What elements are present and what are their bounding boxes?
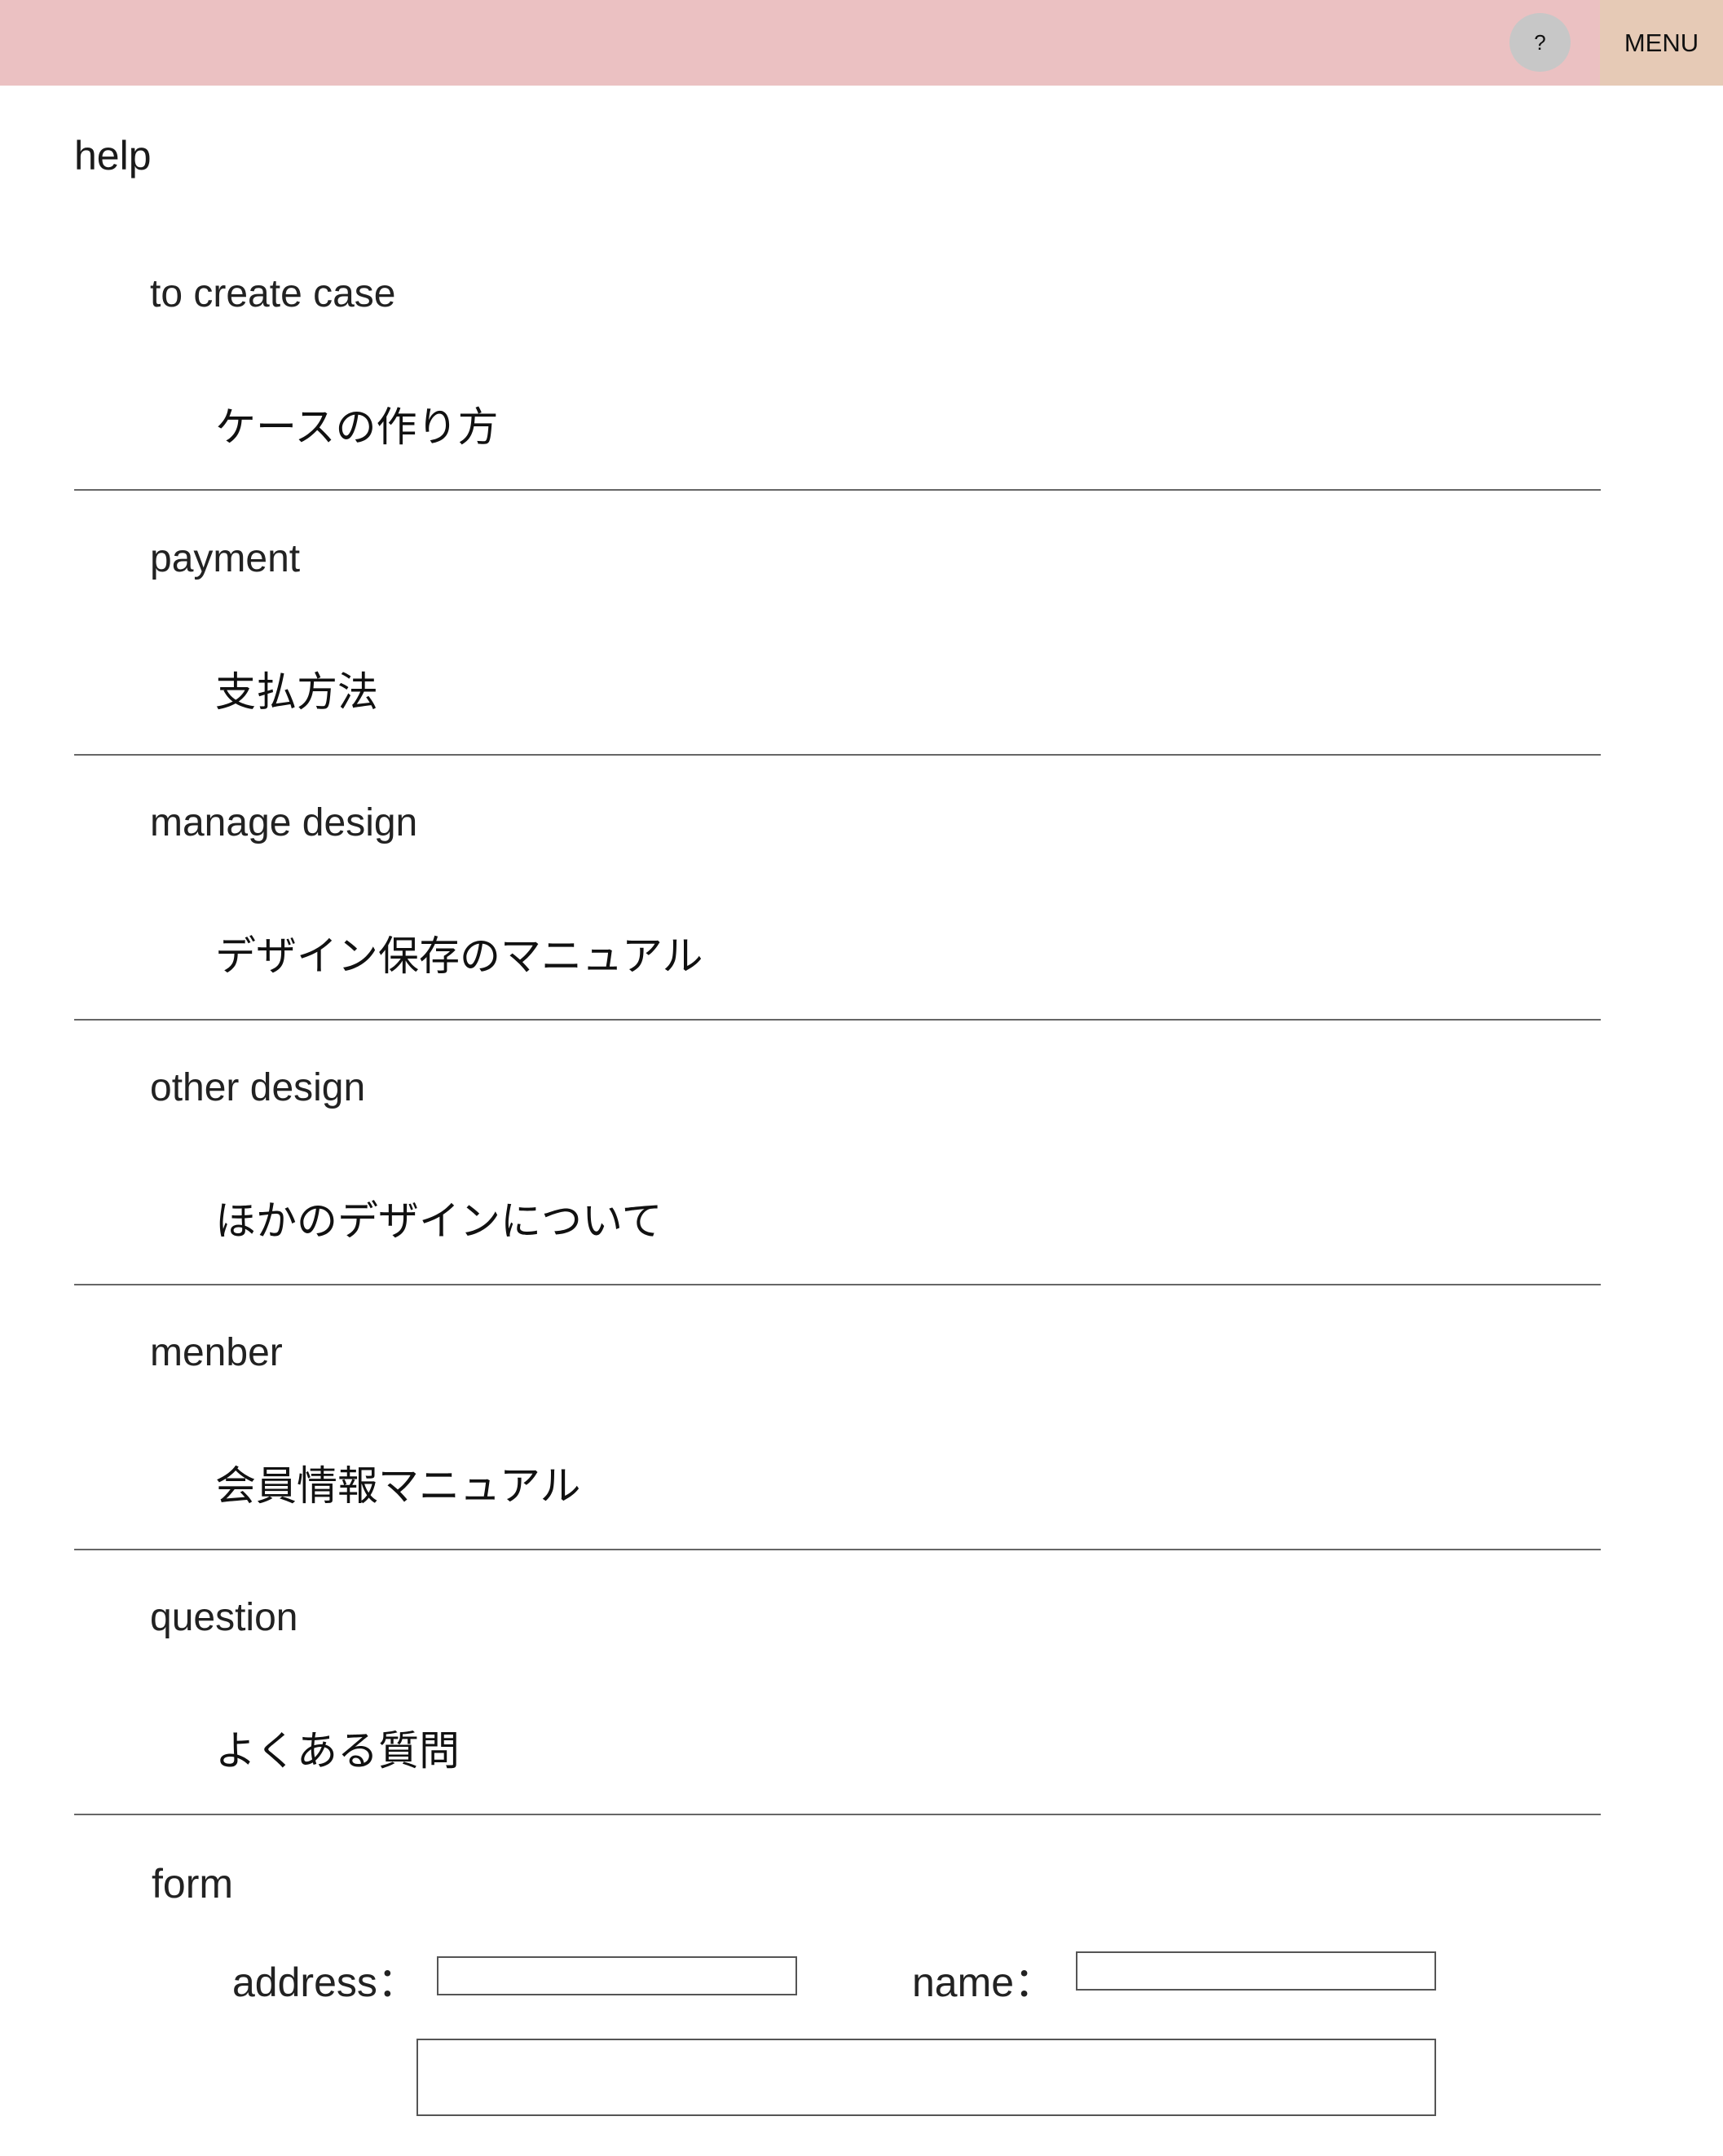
top-bar: ? MENU — [0, 0, 1723, 86]
name-label: name： — [912, 1960, 1055, 2005]
section-heading: other design — [150, 1066, 366, 1109]
divider — [74, 1549, 1601, 1550]
divider — [74, 754, 1601, 756]
form-title: form — [152, 1861, 233, 1907]
section-link[interactable]: デザイン保存のマニュアル — [215, 924, 703, 982]
help-icon[interactable]: ? — [1509, 13, 1571, 72]
divider — [74, 1814, 1601, 1815]
page-title: help — [74, 133, 152, 179]
name-input[interactable] — [1076, 1951, 1436, 1991]
section-link[interactable]: 会員情報マニュアル — [215, 1453, 581, 1512]
divider — [74, 1284, 1601, 1285]
section-heading: to create case — [150, 272, 396, 315]
menu-button[interactable]: MENU — [1600, 0, 1723, 86]
message-textarea[interactable] — [416, 2039, 1436, 2116]
address-input[interactable] — [437, 1956, 797, 1995]
divider — [74, 489, 1601, 491]
section-link[interactable]: ケースの作り方 — [215, 395, 499, 453]
address-label: address： — [232, 1960, 418, 2005]
section-link[interactable]: よくある質問 — [215, 1718, 460, 1777]
section-heading: question — [150, 1596, 298, 1639]
section-link[interactable]: 支払方法 — [215, 659, 378, 718]
section-heading: menber — [150, 1331, 283, 1374]
section-link[interactable]: ほかのデザインについて — [215, 1188, 663, 1247]
section-heading: payment — [150, 537, 301, 580]
section-heading: manage design — [150, 801, 418, 844]
divider — [74, 1019, 1601, 1021]
